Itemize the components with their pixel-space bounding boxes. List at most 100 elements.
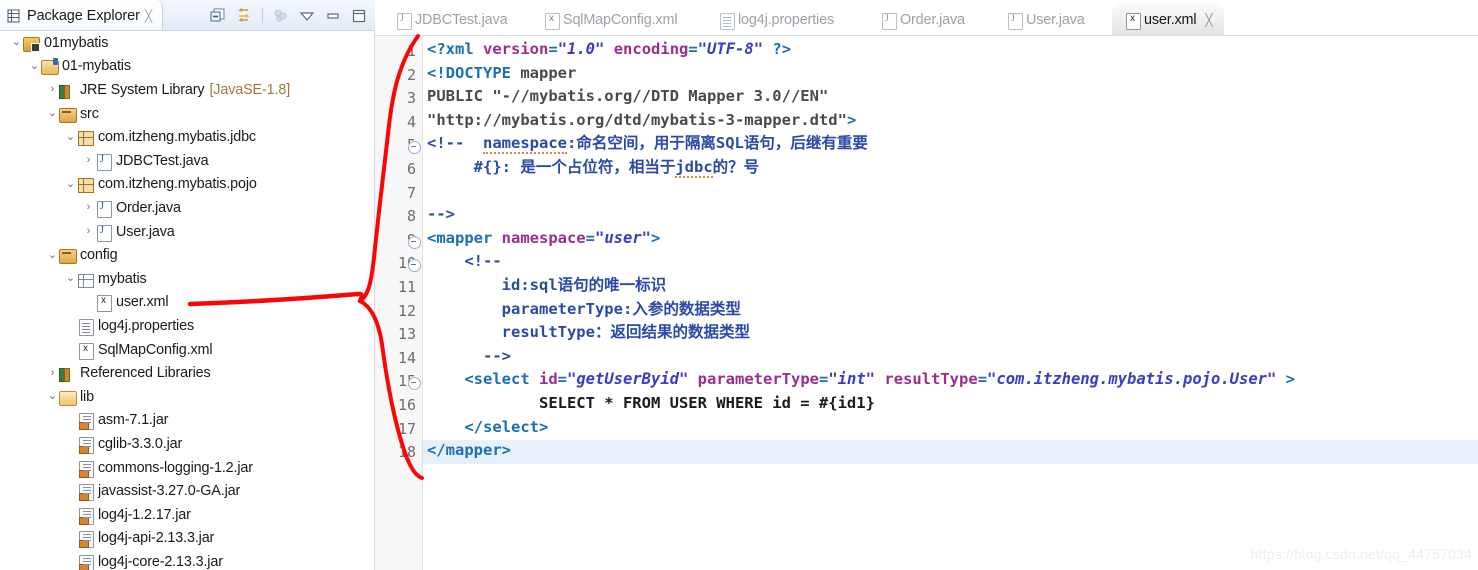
line-number: 1 <box>406 42 416 60</box>
editor-tab-log4j-properties[interactable]: log4j.properties <box>706 4 846 36</box>
tree-item-mybatis[interactable]: ⌄ mybatis <box>0 267 374 291</box>
tree-item-log4j-core-2-13-3-jar[interactable]: log4j-core-2.13.3.jar <box>0 550 374 570</box>
minimize-icon[interactable] <box>325 8 341 24</box>
code-line[interactable]: <!DOCTYPE mapper <box>427 62 576 86</box>
code-line[interactable]: </mapper> <box>427 439 511 463</box>
link-with-editor-icon[interactable] <box>236 7 252 24</box>
package-explorer-title: Package Explorer <box>27 7 140 24</box>
code-line[interactable]: SELECT * FROM USER WHERE id = #{id1} <box>427 392 875 416</box>
java-file-icon <box>95 153 112 171</box>
tree-item-sublabel: [JavaSE-1.8] <box>209 81 291 98</box>
line-number: 11 <box>397 278 416 296</box>
fold-toggle-icon[interactable] <box>408 235 421 249</box>
editor-tab-user-java[interactable]: User.java <box>994 4 1097 36</box>
tree-item-sqlmapconfig-xml[interactable]: SqlMapConfig.xml <box>0 338 374 362</box>
editor-tab-order-java[interactable]: Order.java <box>868 4 977 36</box>
code-line[interactable]: parameterType:入参的数据类型 <box>427 298 741 322</box>
code-line[interactable]: #{}: 是一个占位符，相当于jdbc的？号 <box>427 156 759 180</box>
editor-tab-sqlmapconfig-xml[interactable]: SqlMapConfig.xml <box>531 4 689 36</box>
fold-toggle-icon[interactable] <box>408 141 421 155</box>
fold-toggle-icon[interactable] <box>408 259 421 273</box>
properties-file-icon-glyph <box>79 318 94 336</box>
library-icon <box>59 365 76 383</box>
tree-item-label: mybatis <box>98 270 147 287</box>
tree-item-jdbctest-java[interactable]: › JDBCTest.java <box>0 149 374 173</box>
tree-item-01mybatis[interactable]: ⌄ 01mybatis <box>0 31 374 55</box>
code-line[interactable] <box>427 180 436 204</box>
code-line[interactable]: </select> <box>427 416 548 440</box>
twisty-collapsed-icon[interactable]: › <box>82 155 95 166</box>
code-line[interactable]: "http://mybatis.org/dtd/mybatis-3-mapper… <box>427 109 856 133</box>
library-icon-glyph <box>59 84 75 99</box>
twisty-expanded-icon[interactable]: ⌄ <box>28 60 41 72</box>
java-project-icon-glyph <box>41 58 59 76</box>
xml-code-content[interactable]: <?xml version="1.0" encoding="UTF-8" ?> <… <box>423 36 1478 570</box>
twisty-expanded-icon[interactable]: ⌄ <box>64 131 77 143</box>
tree-item-log4j-api-2-13-3-jar[interactable]: log4j-api-2.13.3.jar <box>0 527 374 551</box>
twisty-collapsed-icon[interactable]: › <box>82 202 95 213</box>
package-explorer-tab[interactable]: Package Explorer ╳ <box>0 0 164 32</box>
code-line[interactable]: <mapper namespace="user"> <box>427 227 660 251</box>
tree-item-src[interactable]: ⌄ src <box>0 102 374 126</box>
tree-item-label: com.itzheng.mybatis.jdbc <box>98 129 256 146</box>
twisty-expanded-icon[interactable]: ⌄ <box>46 249 59 261</box>
twisty-collapsed-icon[interactable]: › <box>46 367 59 379</box>
close-icon[interactable]: ╳ <box>145 9 152 23</box>
tree-item-referenced-libraries[interactable]: › Referenced Libraries <box>0 361 374 385</box>
tree-item-asm-7-1-jar[interactable]: asm-7.1.jar <box>0 409 374 433</box>
project-tree[interactable]: ⌄ 01mybatis ⌄ 01-mybatis › JRE System Library… <box>0 31 374 570</box>
code-line[interactable]: resultType：返回结果的数据类型 <box>427 321 750 345</box>
tree-item-config[interactable]: ⌄ config <box>0 243 374 267</box>
code-line[interactable]: PUBLIC "-//mybatis.org//DTD Mapper 3.0//… <box>427 85 828 109</box>
tree-item-order-java[interactable]: › Order.java <box>0 196 374 220</box>
tree-item-user-xml[interactable]: user.xml <box>0 291 374 315</box>
code-line[interactable]: --> <box>427 203 455 227</box>
fold-toggle-icon[interactable] <box>408 377 421 391</box>
line-number: 8 <box>406 207 416 226</box>
twisty-collapsed-icon[interactable]: › <box>82 226 95 237</box>
code-line[interactable]: <?xml version="1.0" encoding="UTF-8" ?> <box>427 38 791 62</box>
tree-item-label: log4j-api-2.13.3.jar <box>98 530 215 547</box>
tree-item-01-mybatis[interactable]: ⌄ 01-mybatis <box>0 55 374 79</box>
tree-item-javassist-3-27-0-ga-jar[interactable]: javassist-3.27.0-GA.jar <box>0 479 374 503</box>
collapse-all-icon[interactable] <box>210 8 226 24</box>
tree-item-cglib-3-3-0-jar[interactable]: cglib-3.3.0.jar <box>0 432 374 456</box>
tree-item-log4j-1-2-17-jar[interactable]: log4j-1.2.17.jar <box>0 503 374 527</box>
code-line[interactable]: --> <box>427 345 511 369</box>
java-file-icon-glyph <box>397 13 412 30</box>
filter-dropdown-icon[interactable] <box>299 8 315 24</box>
tree-item-commons-logging-1-2-jar[interactable]: commons-logging-1.2.jar <box>0 456 374 480</box>
jar-icon-glyph <box>79 507 94 525</box>
jar-icon-glyph <box>79 436 94 454</box>
tree-item-log4j-properties[interactable]: log4j.properties <box>0 314 374 338</box>
editor-tab-label: log4j.properties <box>738 12 834 28</box>
eclipse-ide-window: Package Explorer ╳ ⌄ 01mybatis ⌄ 01-myba… <box>0 0 1478 570</box>
view-menu-icon[interactable] <box>273 8 289 24</box>
twisty-expanded-icon[interactable]: ⌄ <box>10 37 23 48</box>
line-number: 18 <box>397 443 416 462</box>
watermark: https://blog.csdn.net/qq_44757034 <box>1250 546 1472 562</box>
twisty-expanded-icon[interactable]: ⌄ <box>64 178 77 190</box>
twisty-expanded-icon[interactable]: ⌄ <box>46 391 59 402</box>
code-line[interactable]: id:sql语句的唯一标识 <box>427 274 667 298</box>
tree-item-lib[interactable]: ⌄ lib <box>0 385 374 409</box>
line-number: 7 <box>406 183 416 202</box>
editor-tab-jdbctest-java[interactable]: JDBCTest.java <box>383 4 519 36</box>
twisty-expanded-icon[interactable]: ⌄ <box>46 108 59 119</box>
maximize-icon[interactable] <box>351 8 367 24</box>
twisty-collapsed-icon[interactable]: › <box>46 84 59 95</box>
editor-tab-user-xml[interactable]: user.xml ╳ <box>1112 4 1225 36</box>
properties-file-icon <box>718 12 735 30</box>
tree-item-com-itzheng-mybatis-pojo[interactable]: ⌄ com.itzheng.mybatis.pojo <box>0 173 374 197</box>
tree-item-com-itzheng-mybatis-jdbc[interactable]: ⌄ com.itzheng.mybatis.jdbc <box>0 125 374 149</box>
package-icon <box>77 129 94 147</box>
code-line[interactable]: <!-- <box>427 250 501 274</box>
code-line[interactable]: <!-- namespace:命名空间，用于隔离SQL语句，后继有重要 <box>427 132 868 156</box>
tree-item-user-java[interactable]: › User.java <box>0 220 374 244</box>
tree-item-label: log4j.properties <box>98 317 194 334</box>
package-explorer-header: Package Explorer ╳ <box>0 0 375 32</box>
code-line[interactable]: <select id="getUserByid" parameterType="… <box>427 368 1295 392</box>
twisty-expanded-icon[interactable]: ⌄ <box>64 273 77 284</box>
tab-close-icon[interactable]: ╳ <box>1205 13 1212 27</box>
tree-item-jre-system-library[interactable]: › JRE System Library [JavaSE-1.8] <box>0 78 374 102</box>
